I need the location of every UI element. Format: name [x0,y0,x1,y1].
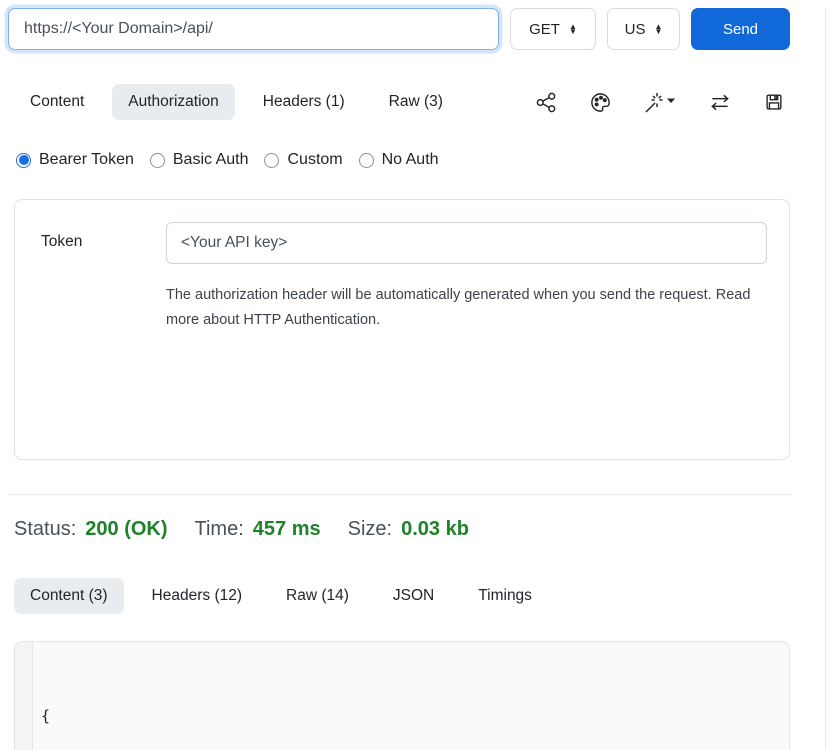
status-item: Status: 200 (OK) [14,518,168,541]
size-item: Size: 0.03 kb [348,518,469,541]
resp-tab-raw[interactable]: Raw (14) [270,578,365,614]
auth-option-basic-auth[interactable]: Basic Auth [150,151,249,169]
auth-option-label: Custom [287,151,342,169]
time-value: 457 ms [253,518,321,541]
auth-option-bearer-token[interactable]: Bearer Token [16,151,134,169]
send-button[interactable]: Send [691,8,790,50]
radio-icon[interactable] [150,153,165,168]
size-value: 0.03 kb [401,518,469,541]
response-json: { "message": "API running." } [15,642,789,750]
radio-icon[interactable] [264,153,279,168]
auth-option-label: Bearer Token [39,151,134,169]
response-tabs-row: Content (3) Headers (12) Raw (14) JSON T… [14,578,785,614]
token-row: Token [15,200,789,264]
radio-icon[interactable] [359,153,374,168]
token-label: Token [41,222,166,264]
method-select-value: GET [529,21,560,38]
resp-tab-timings[interactable]: Timings [462,578,548,614]
save-icon[interactable] [763,91,785,113]
resp-tab-headers[interactable]: Headers (12) [136,578,258,614]
authorization-panel: Token The authorization header will be a… [14,199,790,460]
magic-wand-dropdown-icon[interactable] [643,91,677,114]
time-item: Time: 457 ms [195,518,321,541]
request-tabs: Content Authorization Headers (1) Raw (3… [14,84,459,120]
auth-option-label: No Auth [382,151,439,169]
theme-palette-icon[interactable] [589,91,612,114]
region-select-value: US [625,21,646,38]
response-body-viewer[interactable]: { "message": "API running." } [14,641,790,750]
tab-raw[interactable]: Raw (3) [373,84,459,120]
request-bar: GET ▲▼ US ▲▼ Send [8,8,790,50]
auth-option-label: Basic Auth [173,151,249,169]
share-icon[interactable] [535,91,558,114]
resp-tab-json[interactable]: JSON [377,578,450,614]
resp-tab-content[interactable]: Content (3) [14,578,124,614]
token-input[interactable] [166,222,767,264]
time-label: Time: [195,518,244,541]
status-label: Status: [14,518,76,541]
tab-content[interactable]: Content [14,84,100,120]
status-value: 200 (OK) [85,518,167,541]
tab-headers[interactable]: Headers (1) [247,84,361,120]
size-label: Size: [348,518,392,541]
auth-option-custom[interactable]: Custom [264,151,342,169]
url-input[interactable] [8,8,499,50]
page-scrollbar-gutter[interactable] [825,8,837,750]
method-select[interactable]: GET ▲▼ [510,8,596,50]
toolbar [535,91,785,114]
auth-type-options: Bearer Token Basic Auth Custom No Auth [16,151,823,169]
auth-option-no-auth[interactable]: No Auth [359,151,439,169]
select-arrows-icon: ▲▼ [569,24,577,35]
region-select[interactable]: US ▲▼ [607,8,680,50]
section-divider [8,494,792,495]
swap-arrows-icon[interactable] [708,91,732,114]
select-arrows-icon: ▲▼ [654,24,662,35]
tab-authorization[interactable]: Authorization [112,84,234,120]
json-open-brace: { [41,704,779,729]
auth-help-text: The authorization header will be automat… [166,283,758,333]
radio-selected-icon[interactable] [16,153,31,168]
response-tabs: Content (3) Headers (12) Raw (14) JSON T… [14,578,548,614]
request-tabs-row: Content Authorization Headers (1) Raw (3… [14,84,785,120]
response-status-row: Status: 200 (OK) Time: 457 ms Size: 0.03… [14,518,823,541]
